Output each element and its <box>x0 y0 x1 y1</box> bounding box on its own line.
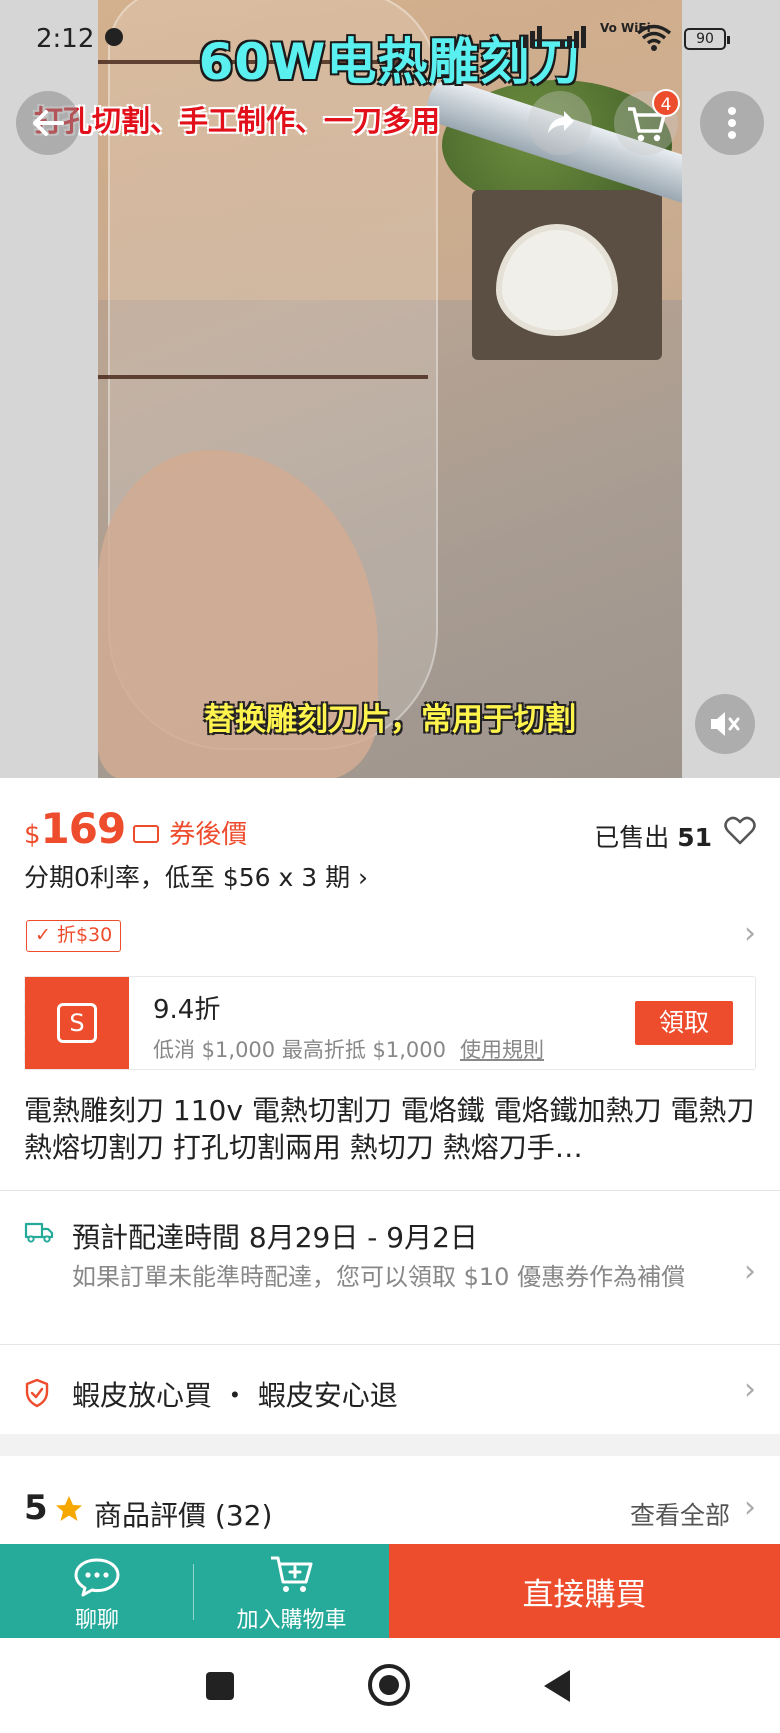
price-row: $ 169 券後價 <box>24 804 247 853</box>
back-button[interactable] <box>16 91 80 155</box>
guarantee-text: 蝦皮放心買 ・ 蝦皮安心退 <box>72 1379 398 1412</box>
more-options-button[interactable] <box>700 91 764 155</box>
volume-muted-icon <box>711 712 740 736</box>
sold-count: 已售出 51 <box>594 818 712 854</box>
chevron-right-icon[interactable]: › <box>744 1490 756 1525</box>
video-subtitle: 打孔切割、手工制作、一刀多用 <box>34 104 441 138</box>
signal-icon <box>516 26 550 52</box>
discount-tag[interactable]: ✓ 折$30 <box>26 920 122 952</box>
shopee-guarantee-row[interactable]: 蝦皮放心買 ・ 蝦皮安心退 › <box>24 1364 756 1424</box>
video-caption: 替换雕刻刀片，常用于切割 <box>204 702 576 738</box>
section-divider <box>0 1434 780 1456</box>
divider <box>0 1344 780 1345</box>
alarm-icon <box>105 28 123 46</box>
chevron-right-icon: › <box>744 1372 756 1407</box>
voucher-condition: 低消 $1,000 最高折抵 $1,000 <box>153 1038 446 1062</box>
cart-count-badge: 4 <box>652 89 680 117</box>
battery-icon: 90 <box>684 28 730 50</box>
chevron-right-icon: › <box>744 1254 756 1289</box>
see-all-reviews-link[interactable]: 查看全部 <box>630 1496 730 1532</box>
delivery-estimate: 預計配達時間 8月29日 - 9月2日 <box>72 1221 478 1254</box>
add-to-cart-label: 加入購物車 <box>236 1608 347 1633</box>
mute-toggle-button[interactable] <box>695 694 755 754</box>
system-back-button[interactable] <box>544 1670 570 1702</box>
price-tag: 券後價 <box>169 820 248 850</box>
video-bottle-line <box>98 375 428 379</box>
chat-bubble-icon <box>74 1558 120 1597</box>
price-value: 169 <box>40 804 127 853</box>
installment-link[interactable]: 分期0利率，低至 $56 x 3 期 › <box>24 858 368 894</box>
star-icon <box>56 1496 82 1521</box>
status-time: 2:12 <box>36 24 95 54</box>
discount-tag-label: 折$30 <box>56 924 113 946</box>
divider <box>0 1190 780 1191</box>
reviews-label: 商品評價 (32) <box>94 1499 273 1532</box>
buy-now-button[interactable]: 直接購買 <box>389 1544 780 1638</box>
share-icon <box>548 111 574 133</box>
wifi-icon <box>636 24 672 56</box>
reviews-row[interactable]: 5 商品評價 (32) 查看全部 › <box>24 1482 756 1542</box>
product-title: 電熱雕刻刀 110v 電熱切割刀 電烙鐵 電烙鐵加熱刀 電熱刀 熱熔切割刀 打孔… <box>24 1094 755 1164</box>
heart-icon <box>724 816 756 845</box>
price-currency: $ <box>24 820 41 850</box>
favorite-button[interactable] <box>724 816 756 850</box>
more-vertical-icon <box>728 107 736 139</box>
share-button[interactable] <box>528 91 592 155</box>
voucher-card: S 9.4折 低消 $1,000 最高折抵 $1,000 使用規則 領取 <box>19 976 756 1070</box>
coupon-icon <box>133 825 160 843</box>
delivery-guarantee-note: 如果訂單未能準時配達，您可以領取 $10 優惠券作為補償 <box>72 1263 686 1291</box>
product-page: 60W电热雕刻刀 打孔切割、手工制作、一刀多用 替换雕刻刀片，常用于切割 2:1… <box>0 0 780 1733</box>
add-to-cart-button[interactable]: 加入購物車 <box>194 1544 389 1638</box>
cart-add-icon <box>271 1556 313 1592</box>
status-bar: 2:12 Vo WiFi 90 <box>0 0 780 80</box>
voucher-shop-badge: S <box>19 977 129 1069</box>
check-icon: ✓ <box>35 924 51 946</box>
chat-button[interactable]: 聊聊 <box>0 1544 194 1638</box>
truck-icon <box>24 1222 54 1243</box>
home-button[interactable] <box>368 1664 410 1706</box>
rating-score: 5 <box>24 1488 48 1528</box>
claim-voucher-button[interactable]: 領取 <box>635 1001 733 1045</box>
shopping-bag-icon: S <box>57 1003 97 1043</box>
sold-label: 已售出 <box>594 823 670 852</box>
bottom-action-bar: 聊聊 加入購物車 直接購買 <box>0 1544 780 1638</box>
cart-button[interactable]: 4 <box>614 89 680 155</box>
system-nav-bar <box>0 1638 780 1733</box>
sold-number: 51 <box>677 823 712 852</box>
chevron-right-icon[interactable]: › <box>744 916 756 951</box>
voucher-rules-link[interactable]: 使用規則 <box>460 1038 544 1062</box>
chat-label: 聊聊 <box>74 1608 119 1633</box>
recent-apps-button[interactable] <box>206 1672 234 1700</box>
shield-check-icon <box>25 1378 49 1408</box>
signal-icon <box>560 26 594 52</box>
arrow-left-icon <box>33 110 64 136</box>
